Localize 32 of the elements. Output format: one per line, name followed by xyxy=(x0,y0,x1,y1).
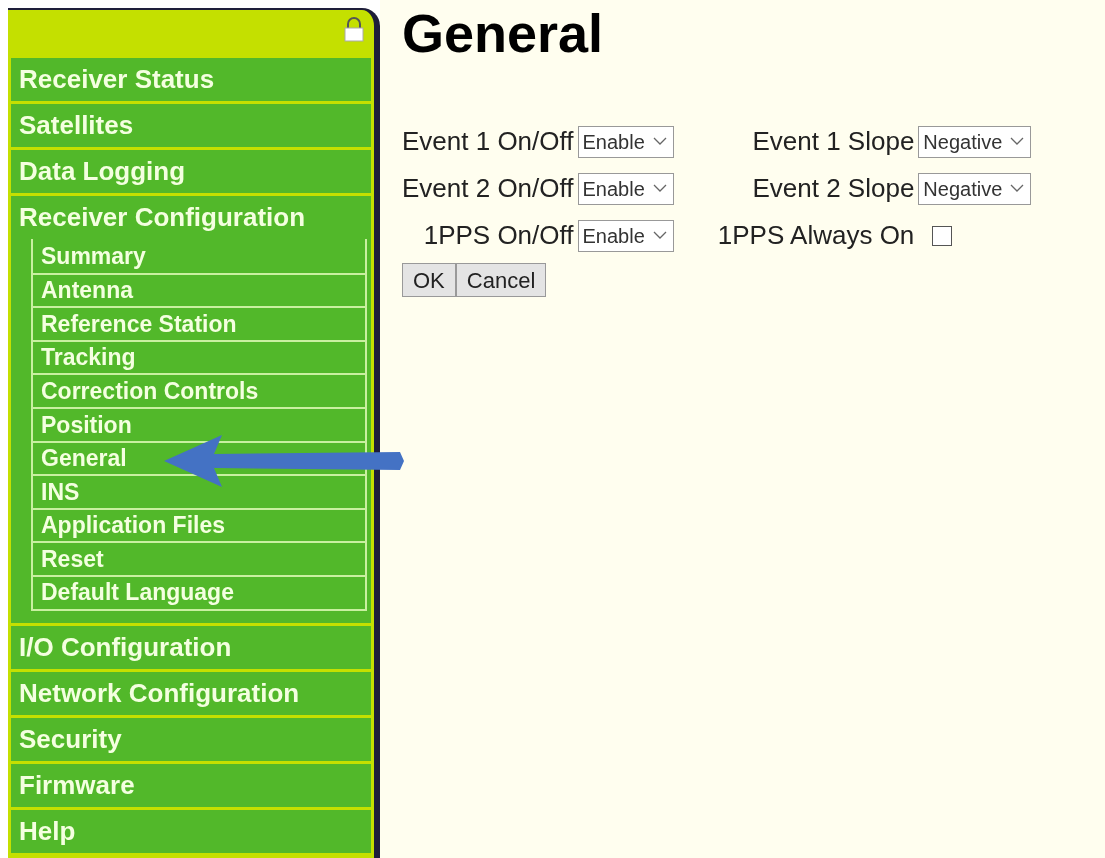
field-label: 1PPS On/Off xyxy=(422,219,574,252)
submenu-item[interactable]: Summary xyxy=(41,238,146,274)
chevron-down-icon xyxy=(652,137,667,146)
field-label: Event 1 On/Off xyxy=(402,125,574,158)
chevron-down-icon xyxy=(1010,137,1025,146)
submenu-item[interactable]: Application Files xyxy=(41,508,226,543)
page-title: General xyxy=(402,6,604,60)
dropdown[interactable]: Negative xyxy=(918,172,1032,205)
submenu-item[interactable]: Reference Station xyxy=(41,306,237,342)
submenu-item[interactable]: Correction Controls xyxy=(41,373,259,409)
submenu-item[interactable]: General xyxy=(41,441,127,476)
chevron-down-icon xyxy=(652,231,667,240)
dropdown[interactable]: Negative xyxy=(918,125,1032,158)
chevron-down-icon xyxy=(652,184,667,193)
field-label: Event 2 Slope xyxy=(751,172,915,205)
field-label: Event 1 Slope xyxy=(751,125,915,158)
submenu-item[interactable]: Position xyxy=(41,407,132,442)
submenu-item[interactable]: Reset xyxy=(41,541,104,577)
submenu-item[interactable]: Antenna xyxy=(41,273,133,308)
lock-icon xyxy=(344,16,364,42)
submenu-item[interactable]: INS xyxy=(41,474,80,510)
dropdown[interactable]: Enable xyxy=(577,219,674,252)
form-button[interactable]: Cancel xyxy=(455,263,547,297)
field-label: 1PPS Always On xyxy=(717,219,915,252)
dropdown[interactable]: Enable xyxy=(577,125,674,158)
submenu-item[interactable]: Tracking xyxy=(41,340,136,375)
submenu-item[interactable]: Default Language xyxy=(41,575,234,610)
checkbox[interactable] xyxy=(932,225,953,246)
chevron-down-icon xyxy=(1010,184,1025,193)
form-button[interactable]: OK xyxy=(402,263,456,297)
dropdown[interactable]: Enable xyxy=(577,172,674,205)
field-label: Event 2 On/Off xyxy=(402,172,574,205)
